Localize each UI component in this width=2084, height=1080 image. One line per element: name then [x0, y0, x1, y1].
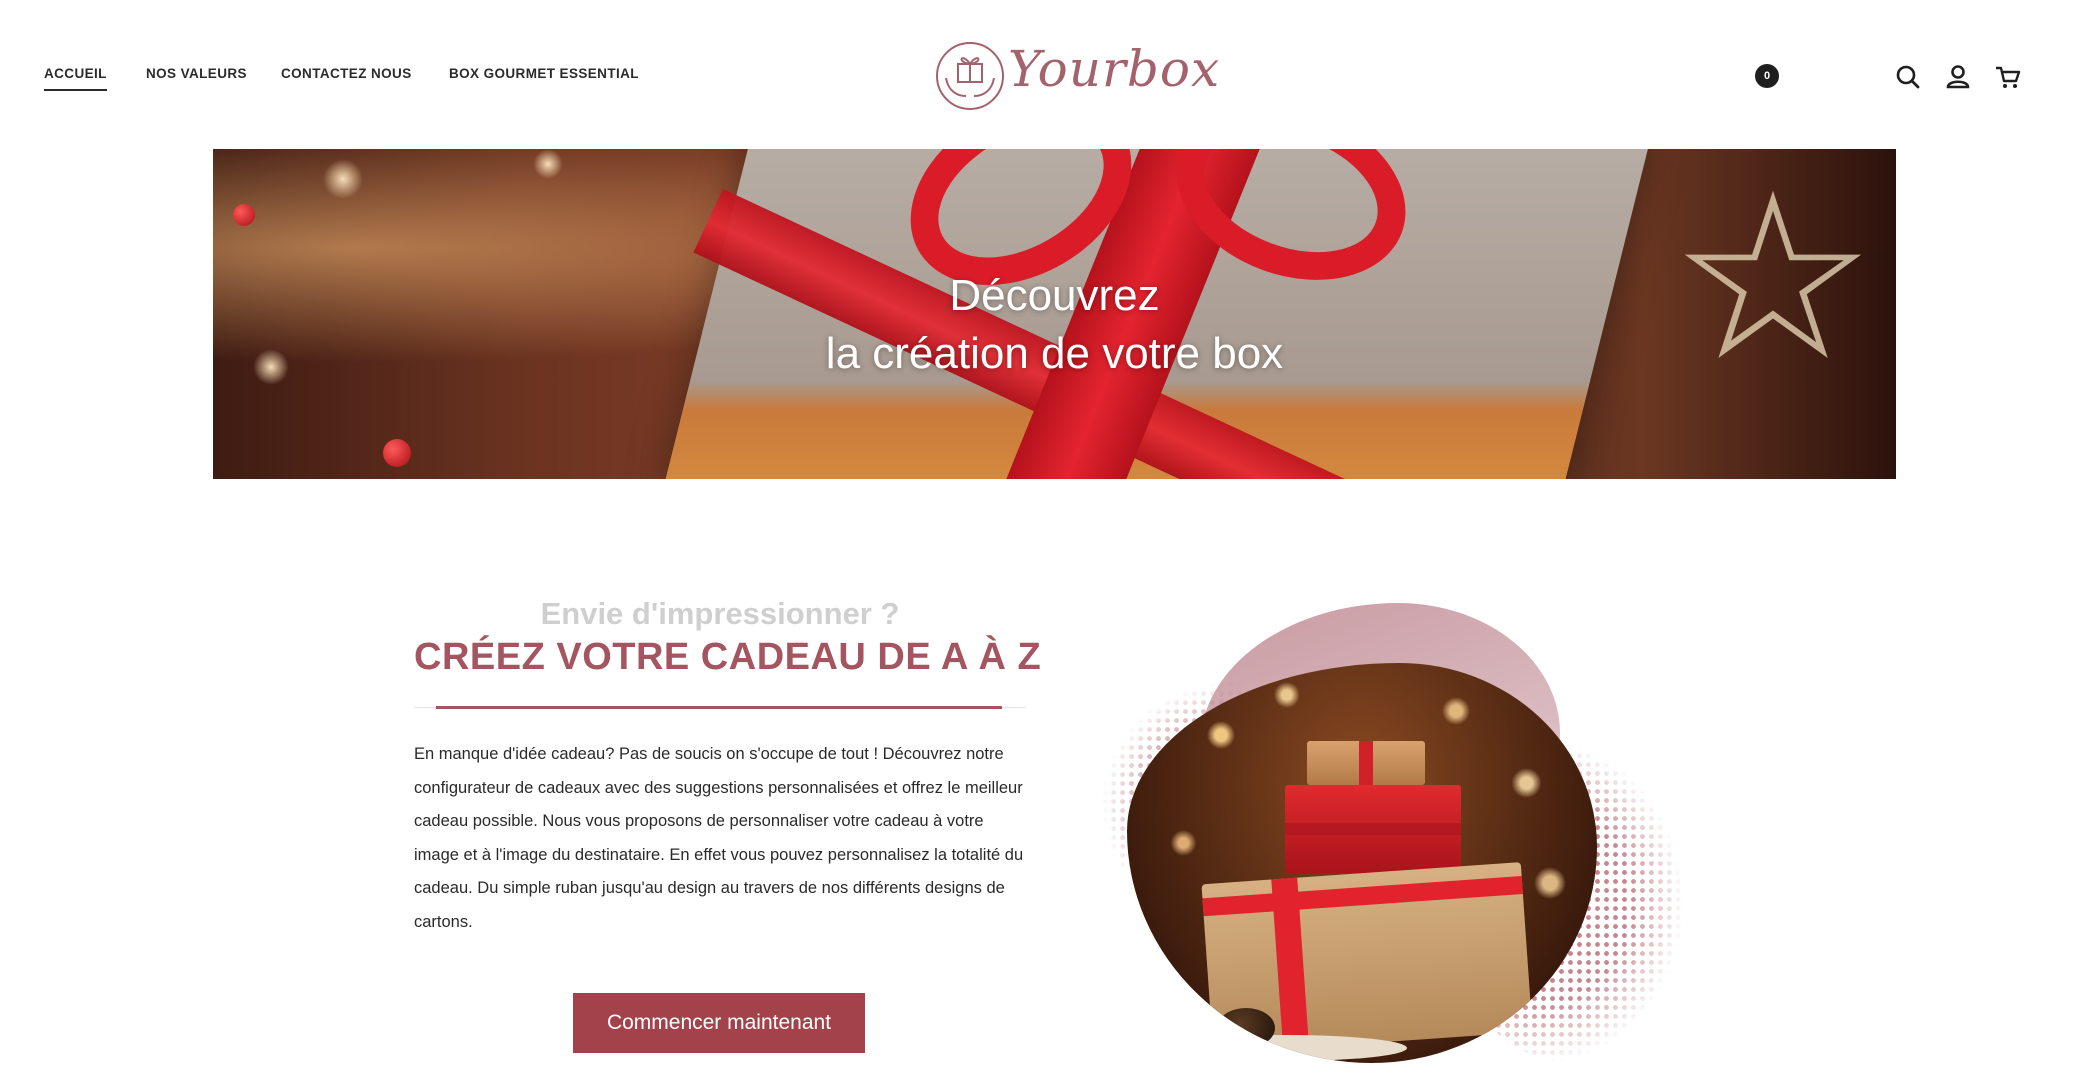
banner-line-1: Découvrez [949, 271, 1160, 320]
berry-ornament [383, 439, 411, 467]
hero-banner[interactable]: ☆ Découvrez la création de votre box [213, 149, 1896, 479]
nav-item-contactez-nous[interactable]: CONTACTEZ NOUS [281, 66, 412, 81]
banner-line-2: la création de votre box [825, 329, 1284, 378]
light-sparkle [533, 149, 563, 179]
red-gift [1285, 785, 1461, 873]
cart-count-badge: 0 [1755, 64, 1779, 88]
gift-hands-logo-icon [936, 42, 1004, 110]
search-icon[interactable] [1893, 62, 1923, 92]
banner-heading: Découvrez la création de votre box [213, 267, 1896, 383]
berry-ornament [233, 204, 255, 226]
light-sparkle [323, 159, 363, 199]
user-icon[interactable] [1943, 62, 1973, 92]
section-description: En manque d'idée cadeau? Pas de soucis o… [414, 745, 1024, 931]
small-gift [1307, 741, 1425, 785]
start-now-button[interactable]: Commencer maintenant [573, 993, 865, 1053]
site-logo[interactable]: Yourbox [932, 38, 1219, 114]
section-headline: CRÉEZ VOTRE CADEAU DE A À Z [414, 636, 1042, 678]
nav-item-nos-valeurs[interactable]: NOS VALEURS [146, 66, 247, 81]
cart-icon[interactable] [1993, 62, 2023, 92]
section-kicker: Envie d'impressionner ? [540, 596, 900, 631]
nav-item-accueil[interactable]: ACCUEIL [44, 66, 107, 91]
logo-wordmark: Yourbox [1008, 40, 1221, 98]
plate [1167, 1035, 1407, 1061]
pine-cone [1217, 1008, 1275, 1048]
nav-item-box-gourmet-essential[interactable]: BOX GOURMET ESSENTIAL [449, 66, 639, 81]
stacked-gifts-image [1127, 663, 1597, 1063]
divider [436, 706, 1002, 709]
